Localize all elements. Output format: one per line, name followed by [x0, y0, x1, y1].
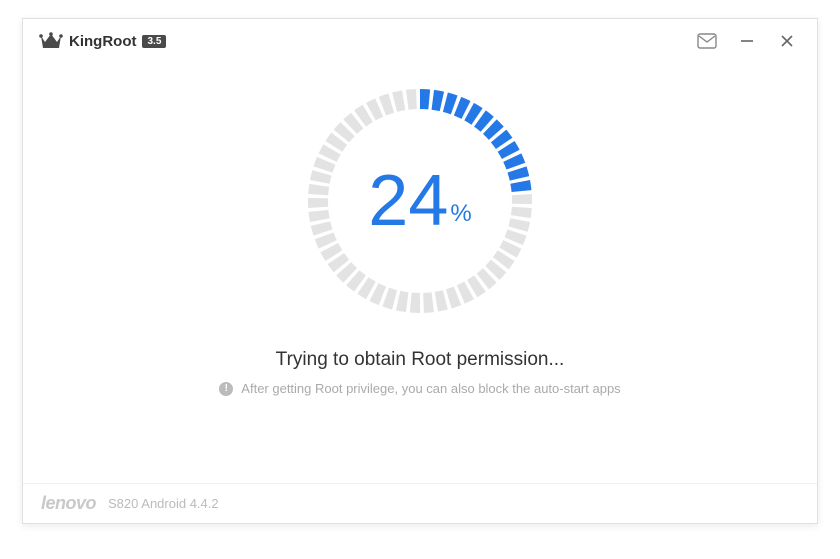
- status-message: Trying to obtain Root permission...: [276, 349, 565, 371]
- footer: lenovo S820 Android 4.4.2: [23, 483, 817, 523]
- minimize-icon: [739, 33, 755, 49]
- crown-icon: [39, 32, 63, 50]
- minimize-button[interactable]: [731, 25, 763, 57]
- progress-ring: 24 %: [300, 81, 540, 321]
- device-info: S820 Android 4.4.2: [108, 496, 219, 511]
- close-button[interactable]: [771, 25, 803, 57]
- envelope-icon: [697, 33, 717, 49]
- version-badge: 3.5: [142, 35, 166, 48]
- app-name: KingRoot: [69, 33, 136, 50]
- feedback-button[interactable]: [691, 25, 723, 57]
- progress-unit: %: [450, 200, 471, 228]
- app-logo: KingRoot 3.5: [39, 32, 166, 50]
- close-icon: [779, 33, 795, 49]
- brand-logo: lenovo: [41, 493, 96, 514]
- hint-row: ! After getting Root privilege, you can …: [219, 381, 620, 396]
- progress-value: 24: [368, 165, 448, 237]
- app-window: KingRoot 3.5: [22, 18, 818, 524]
- hint-text: After getting Root privilege, you can al…: [241, 381, 620, 396]
- info-icon: !: [219, 382, 233, 396]
- progress-center: 24 %: [300, 81, 540, 321]
- main-content: 24 % Trying to obtain Root permission...…: [23, 63, 817, 483]
- titlebar: KingRoot 3.5: [23, 19, 817, 63]
